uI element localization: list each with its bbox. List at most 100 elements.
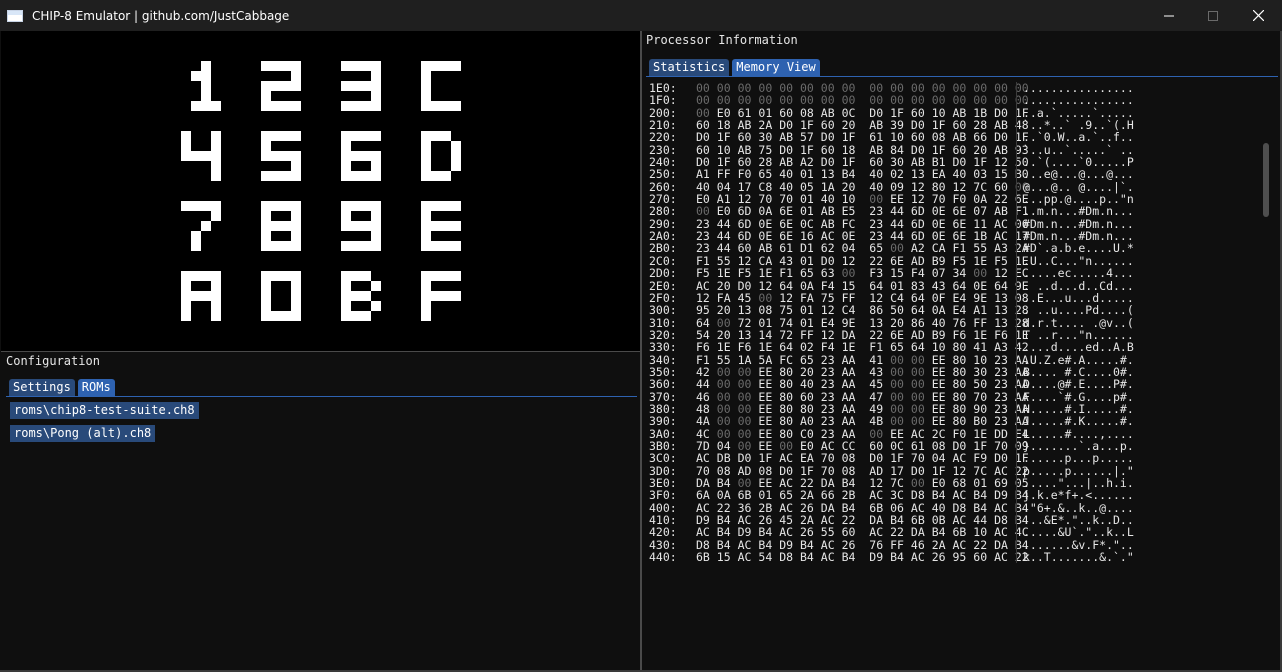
memory-hex: AC DB D0 1F AC EA 70 08 D0 1F 70 04 AC F… [696,451,1029,466]
memory-row: 3C0: AC DB D0 1F AC EA 70 08 D0 1F 70 04 … [649,451,1257,466]
processor-title: Processor Information [646,33,798,47]
memory-hex: 6B 15 AC 54 D8 B4 AC B4 D9 B4 AC 26 95 6… [696,550,1029,565]
memory-address: 3C0: [649,451,677,466]
memory-address: 300: [649,303,677,318]
tab-underline [646,76,1278,77]
memory-view[interactable]: 1E0: 00 00 00 00 00 00 00 00 00 00 00 00 … [649,82,1257,584]
minimize-button[interactable] [1146,0,1192,31]
memory-ascii: ...e@...@...@... [1023,167,1134,182]
display-glyph [181,131,221,181]
display-glyph [191,61,221,111]
memory-address: 250: [649,167,677,182]
memory-address: 420: [649,525,677,540]
memory-row: 1F0: 00 00 00 00 00 00 00 00 00 00 00 00 … [649,93,1257,108]
display-glyph [341,131,381,181]
memory-hex: D0 1F 60 30 AB 57 D0 1F 61 10 60 08 AB 6… [696,130,1029,145]
memory-hex: 23 44 60 AB 61 D1 62 04 65 00 A2 CA F1 5… [696,241,1029,256]
display-screen [181,61,461,321]
maximize-icon [1208,10,1218,21]
display-glyph [261,271,301,321]
memory-separator [1016,489,1017,502]
memory-row: 2D0: F5 1E F5 1E F1 65 63 00 F3 15 F4 07 … [649,266,1257,281]
tab-roms[interactable]: ROMs [77,379,115,396]
memory-separator [1016,526,1017,539]
close-button[interactable] [1235,0,1281,31]
memory-row: 2E0: AC 20 D0 12 64 0A F4 15 64 01 83 43 … [649,278,1257,293]
memory-row: 300: 95 20 13 08 75 01 12 C4 86 50 64 0A … [649,303,1257,318]
memory-scrollbar[interactable] [1261,82,1271,584]
display-glyph [341,61,381,111]
display-glyph [421,271,461,321]
processor-panel: Processor Information Statistics Memory … [642,31,1280,670]
memory-row: 280: 00 E0 6D 0A 6E 01 AB E5 23 44 6D 0E … [649,204,1257,219]
memory-address: 1F0: [649,93,677,108]
memory-ascii: ..m.n...#Dm.n... [1023,204,1134,219]
memory-ascii: ..`0.W..a.`..f.. [1023,130,1134,145]
display-glyph [421,201,461,251]
memory-hex: 95 20 13 08 75 01 12 C4 86 50 64 0A E4 A… [696,303,1029,318]
memory-separator [1016,279,1017,292]
close-icon [1252,10,1264,21]
memory-ascii: #D`.a.b.e....U.* [1023,241,1134,256]
memory-separator [1016,304,1017,317]
memory-hex: AC B4 D9 B4 AC 26 55 60 AC 22 DA B4 6B 1… [696,525,1029,540]
memory-separator [1016,242,1017,255]
rom-item[interactable]: roms\Pong (alt).ch8 [10,425,156,442]
memory-ascii: j.k.e*f+.<...... [1023,488,1134,503]
memory-ascii: .....&U`."..k..L [1023,525,1134,540]
memory-ascii: J.....#.K.....#. [1023,414,1134,429]
memory-row: 250: A1 FF F0 65 40 01 13 B4 40 02 13 EA … [649,167,1257,182]
window-title: CHIP-8 Emulator | github.com/JustCabbage [32,8,290,23]
memory-address: 390: [649,414,677,429]
title-bar: CHIP-8 Emulator | github.com/JustCabbage [0,0,1282,31]
configuration-panel: Configuration Settings ROMs roms\chip8-t… [1,352,640,670]
configuration-title: Configuration [6,354,100,368]
maximize-button[interactable] [1190,0,1236,31]
memory-row: 3F0: 6A 0A 6B 01 65 2A 66 2B AC 3C D8 B4 … [649,488,1257,503]
tab-statistics[interactable]: Statistics [649,59,730,76]
memory-address: 330: [649,340,677,355]
memory-separator [1016,94,1017,107]
display-glyph [261,61,301,111]
memory-hex: 00 00 00 00 00 00 00 00 00 00 00 00 00 0… [696,93,1029,108]
memory-row: 420: AC B4 D9 B4 AC 26 55 60 AC 22 DA B4 … [649,525,1257,540]
memory-address: 2D0: [649,266,677,281]
memory-address: 280: [649,204,677,219]
memory-row: 330: F6 1E F6 1E 64 02 F4 1E F1 65 64 10 … [649,340,1257,355]
display-glyph [181,271,221,321]
memory-separator [1016,341,1017,354]
memory-separator [1016,378,1017,391]
tab-underline [6,396,637,397]
display-glyph [341,271,381,321]
memory-hex: A1 FF F0 65 40 01 13 B4 40 02 13 EA 40 0… [696,167,1029,182]
memory-separator [1016,415,1017,428]
minimize-icon [1164,15,1174,16]
memory-address: 3F0: [649,488,677,503]
memory-row: 2B0: 23 44 60 AB 61 D1 62 04 65 00 A2 CA … [649,241,1257,256]
display-glyph [341,201,381,251]
memory-address: 220: [649,130,677,145]
memory-hex: 00 E0 6D 0A 6E 01 AB E5 23 44 6D 0E 6E 0… [696,204,1029,219]
memory-ascii: ......p...p..... [1023,451,1134,466]
display-glyph [421,61,461,111]
emulator-display [1,31,640,351]
tab-settings[interactable]: Settings [9,379,75,396]
memory-hex: AC 20 D0 12 64 0A F4 15 64 01 83 43 64 0… [696,278,1029,293]
scrollbar-thumb[interactable] [1263,143,1269,217]
configuration-tabs: Settings ROMs [9,379,115,396]
memory-address: 360: [649,377,677,392]
memory-separator [1016,452,1017,465]
app-window-icon [7,9,23,22]
memory-separator [1016,267,1017,280]
memory-ascii: . ..d...d..Cd... [1023,278,1134,293]
memory-hex: 6A 0A 6B 01 65 2A 66 2B AC 3C D8 B4 AC B… [696,488,1029,503]
memory-ascii: . ..u....Pd....( [1023,303,1134,318]
memory-separator [1016,131,1017,144]
display-glyph [261,131,301,181]
tab-memory-view[interactable]: Memory View [732,59,820,76]
memory-ascii: k..T.......&.`." [1023,550,1134,565]
memory-ascii: .....ec.....4... [1023,266,1134,281]
memory-row: 440: 6B 15 AC 54 D8 B4 AC B4 D9 B4 AC 26 … [649,550,1257,565]
memory-address: 2B0: [649,241,677,256]
rom-item[interactable]: roms\chip8-test-suite.ch8 [10,402,199,419]
